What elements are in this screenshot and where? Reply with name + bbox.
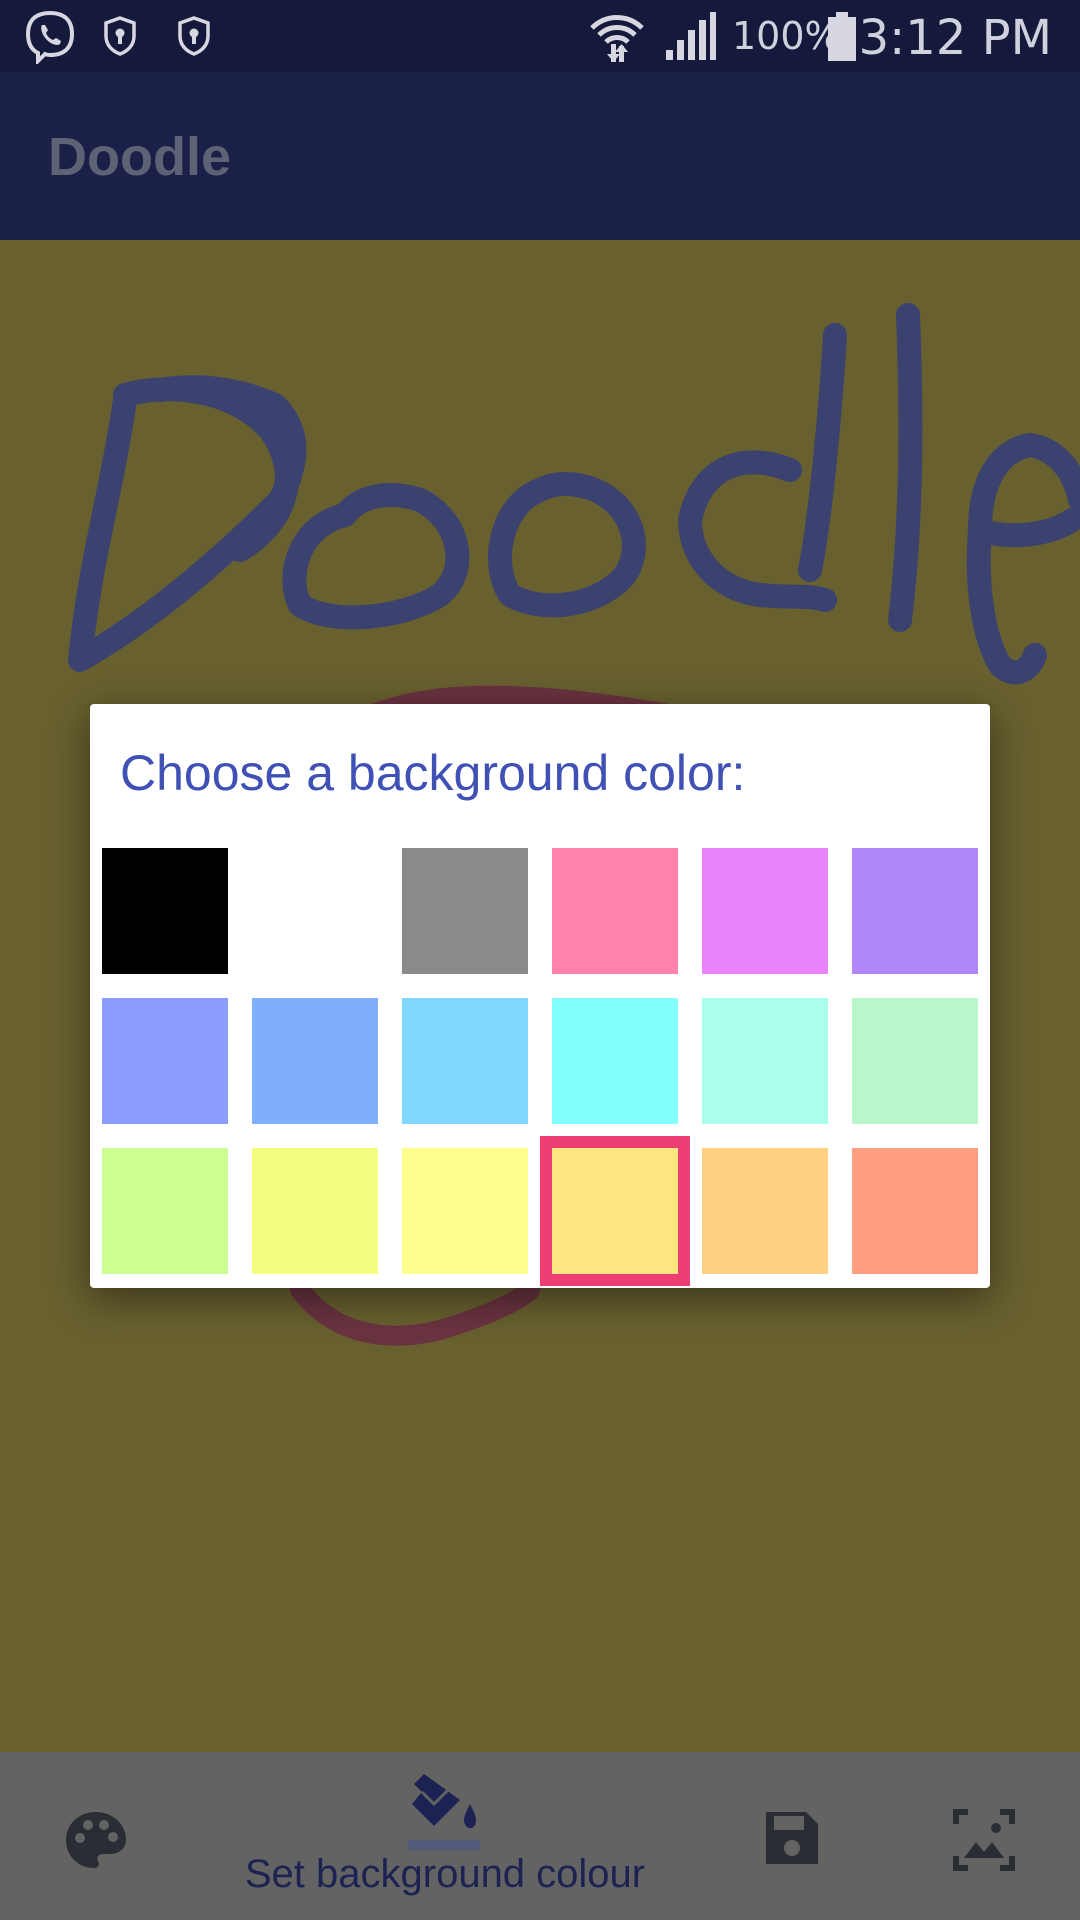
color-swatch[interactable]	[252, 998, 378, 1124]
color-swatch[interactable]	[702, 848, 828, 974]
active-tool-label: Set background colour	[244, 1852, 646, 1896]
shield-icon	[104, 16, 136, 56]
color-swatch[interactable]	[552, 848, 678, 974]
bottom-toolbar: Set background colour	[0, 1752, 1080, 1920]
color-swatch[interactable]	[552, 998, 678, 1124]
color-swatch[interactable]	[702, 1148, 828, 1274]
battery-percentage: 100%	[732, 14, 841, 58]
color-swatch[interactable]	[102, 998, 228, 1124]
save-icon[interactable]	[762, 1808, 822, 1868]
clock: 3:12 PM	[858, 10, 1052, 66]
color-swatch[interactable]	[402, 1148, 528, 1274]
color-swatch[interactable]	[852, 998, 978, 1124]
color-swatch[interactable]	[540, 1136, 690, 1286]
color-swatch[interactable]	[402, 848, 528, 974]
shield-icon	[178, 16, 210, 56]
app-bar: Doodle	[0, 72, 1080, 240]
background-color-dialog: Choose a background color:	[90, 704, 990, 1288]
dialog-title: Choose a background color:	[120, 745, 746, 801]
paint-bucket-icon[interactable]	[408, 1770, 484, 1836]
palette-icon[interactable]	[62, 1808, 130, 1872]
app-title: Doodle	[48, 127, 231, 187]
color-swatch[interactable]	[252, 848, 378, 974]
color-swatch[interactable]	[102, 848, 228, 974]
color-swatch[interactable]	[102, 1148, 228, 1274]
image-icon[interactable]	[952, 1808, 1016, 1872]
viber-icon	[25, 10, 75, 64]
wifi-icon	[590, 15, 644, 62]
color-swatch[interactable]	[402, 998, 528, 1124]
color-swatch[interactable]	[252, 1148, 378, 1274]
color-swatch[interactable]	[852, 1148, 978, 1274]
color-swatch[interactable]	[852, 848, 978, 974]
signal-icon	[666, 12, 716, 60]
battery-icon	[828, 12, 856, 61]
status-bar: 100% 3:12 PM	[0, 0, 1080, 72]
color-swatch[interactable]	[702, 998, 828, 1124]
active-tool-indicator	[408, 1840, 480, 1850]
